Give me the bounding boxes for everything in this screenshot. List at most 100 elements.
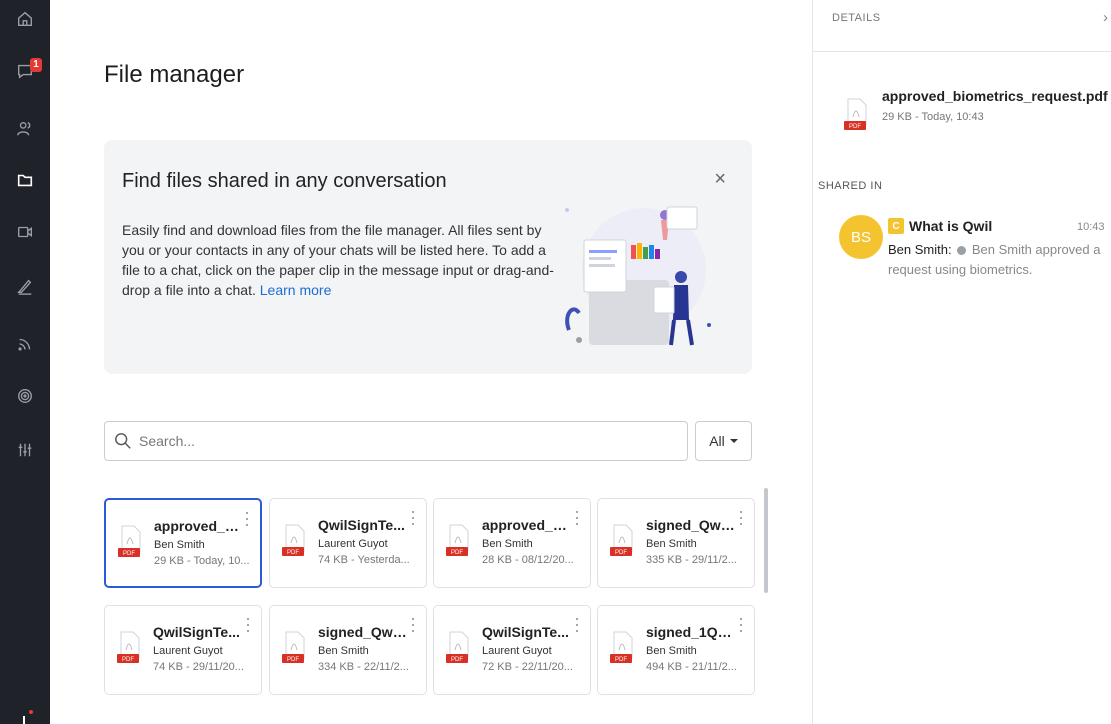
notification-badge: 1 bbox=[30, 58, 42, 72]
file-meta: 494 KB - 21/11/2... bbox=[646, 661, 737, 673]
search-input[interactable] bbox=[139, 422, 679, 460]
svg-text:PDF: PDF bbox=[123, 551, 135, 557]
search-icon bbox=[115, 433, 131, 449]
info-banner: Find files shared in any conversation × … bbox=[104, 140, 752, 374]
more-options-icon[interactable] bbox=[738, 618, 744, 632]
svg-text:PDF: PDF bbox=[287, 550, 299, 556]
main-content: File manager Find files shared in any co… bbox=[50, 0, 812, 724]
more-options-icon[interactable] bbox=[410, 511, 416, 525]
chat-type-badge: C bbox=[888, 218, 904, 234]
more-options-icon[interactable] bbox=[574, 511, 580, 525]
more-options-icon[interactable] bbox=[574, 618, 580, 632]
filter-dropdown[interactable]: All bbox=[695, 421, 752, 461]
chat-timestamp: 10:43 bbox=[1077, 221, 1105, 233]
pdf-file-icon: PDF bbox=[282, 524, 305, 556]
learn-more-link[interactable]: Learn more bbox=[260, 282, 332, 298]
file-card[interactable]: PDF approved_bi... Ben Smith 29 KB - Tod… bbox=[104, 498, 262, 588]
details-header: DETAILS › bbox=[813, 0, 1111, 52]
pdf-file-icon: PDF bbox=[118, 525, 141, 557]
details-title: DETAILS bbox=[832, 12, 881, 24]
file-card[interactable]: PDF signed_1Qwi... Ben Smith 494 KB - 21… bbox=[597, 605, 755, 695]
close-icon[interactable]: × bbox=[714, 168, 726, 191]
file-meta: 29 KB - Today, 10... bbox=[154, 555, 250, 567]
status-dot bbox=[29, 710, 33, 714]
file-card[interactable]: PDF signed_Qwil... Ben Smith 334 KB - 22… bbox=[269, 605, 427, 695]
svg-text:PDF: PDF bbox=[615, 657, 627, 663]
pdf-file-icon: PDF bbox=[610, 524, 633, 556]
file-card[interactable]: PDF approved_bi... Ben Smith 28 KB - 08/… bbox=[433, 498, 591, 588]
file-owner: Ben Smith bbox=[646, 538, 697, 550]
folder-icon[interactable] bbox=[0, 166, 50, 194]
details-panel: DETAILS › PDF approved_biometrics_reques… bbox=[812, 0, 1111, 724]
file-name: signed_Qwil... bbox=[646, 517, 736, 533]
chat-icon[interactable]: 1 bbox=[0, 57, 50, 85]
chat-sender: Ben Smith: bbox=[888, 242, 952, 257]
file-card[interactable]: PDF QwilSignTe... Laurent Guyot 74 KB - … bbox=[104, 605, 262, 695]
file-card[interactable]: PDF QwilSignTe... Laurent Guyot 74 KB - … bbox=[269, 498, 427, 588]
file-owner: Ben Smith bbox=[646, 645, 697, 657]
file-name: signed_1Qwi... bbox=[646, 624, 736, 640]
more-options-icon[interactable] bbox=[244, 512, 250, 526]
file-meta: 28 KB - 08/12/20... bbox=[482, 554, 574, 566]
file-owner: Ben Smith bbox=[154, 539, 205, 551]
file-sharing-illustration-icon bbox=[565, 206, 711, 346]
file-name: approved_bi... bbox=[154, 518, 244, 534]
file-name: signed_Qwil... bbox=[318, 624, 408, 640]
file-name: QwilSignTe... bbox=[482, 624, 569, 640]
svg-text:PDF: PDF bbox=[451, 657, 463, 663]
info-title: Find files shared in any conversation bbox=[122, 170, 447, 192]
chat-preview: Ben Smith: Ben Smith approved a request … bbox=[888, 240, 1108, 280]
file-meta: 335 KB - 29/11/2... bbox=[646, 554, 737, 566]
file-card[interactable]: PDF QwilSignTe... Laurent Guyot 72 KB - … bbox=[433, 605, 591, 695]
svg-text:PDF: PDF bbox=[849, 124, 861, 130]
pdf-file-icon: PDF bbox=[610, 631, 633, 663]
file-card[interactable]: PDF signed_Qwil... Ben Smith 335 KB - 29… bbox=[597, 498, 755, 588]
file-owner: Laurent Guyot bbox=[153, 645, 223, 657]
shared-in-title: SHARED IN bbox=[818, 180, 883, 192]
detail-file-name: approved_biometrics_request.pdf bbox=[882, 88, 1108, 104]
file-owner: Laurent Guyot bbox=[482, 645, 552, 657]
pdf-file-icon: PDF bbox=[117, 631, 140, 663]
pdf-file-icon: PDF bbox=[844, 98, 867, 130]
page-title: File manager bbox=[104, 61, 245, 88]
sign-icon[interactable] bbox=[0, 272, 50, 300]
file-grid-scrollbar[interactable] bbox=[764, 488, 768, 593]
pdf-file-icon: PDF bbox=[282, 631, 305, 663]
file-meta: 74 KB - 29/11/20... bbox=[153, 661, 244, 673]
filter-label: All bbox=[709, 433, 725, 449]
info-description: Easily find and download files from the … bbox=[122, 220, 562, 300]
pdf-file-icon: PDF bbox=[446, 631, 469, 663]
file-owner: Ben Smith bbox=[482, 538, 533, 550]
info-text: Easily find and download files from the … bbox=[122, 222, 554, 298]
svg-text:PDF: PDF bbox=[451, 550, 463, 556]
settings-sliders-icon[interactable] bbox=[0, 436, 50, 464]
svg-text:PDF: PDF bbox=[287, 657, 299, 663]
file-owner: Laurent Guyot bbox=[318, 538, 388, 550]
contacts-icon[interactable] bbox=[0, 115, 50, 143]
svg-text:PDF: PDF bbox=[122, 657, 134, 663]
target-icon[interactable] bbox=[0, 382, 50, 410]
close-icon[interactable]: › bbox=[1103, 9, 1108, 26]
avatar: BS bbox=[839, 215, 883, 259]
file-meta: 72 KB - 22/11/20... bbox=[482, 661, 573, 673]
feed-icon[interactable] bbox=[0, 330, 50, 358]
file-meta: 74 KB - Yesterda... bbox=[318, 554, 410, 566]
more-options-icon[interactable] bbox=[410, 618, 416, 632]
svg-text:PDF: PDF bbox=[615, 550, 627, 556]
left-rail: 1 bbox=[0, 0, 50, 724]
pdf-file-icon: PDF bbox=[446, 524, 469, 556]
file-name: QwilSignTe... bbox=[153, 624, 240, 640]
home-icon[interactable] bbox=[0, 5, 50, 33]
chevron-down-icon bbox=[729, 439, 738, 443]
file-grid: PDF approved_bi... Ben Smith 29 KB - Tod… bbox=[104, 498, 758, 724]
shared-chat-name[interactable]: What is Qwil bbox=[909, 218, 992, 234]
more-options-icon[interactable] bbox=[738, 511, 744, 525]
search-box bbox=[104, 421, 688, 461]
video-icon[interactable] bbox=[0, 218, 50, 246]
detail-file-meta: 29 KB - Today, 10:43 bbox=[882, 111, 984, 123]
file-name: approved_bi... bbox=[482, 517, 572, 533]
sender-avatar-icon bbox=[957, 246, 967, 255]
rail-bottom-indicator bbox=[23, 716, 25, 724]
more-options-icon[interactable] bbox=[245, 618, 251, 632]
file-owner: Ben Smith bbox=[318, 645, 369, 657]
